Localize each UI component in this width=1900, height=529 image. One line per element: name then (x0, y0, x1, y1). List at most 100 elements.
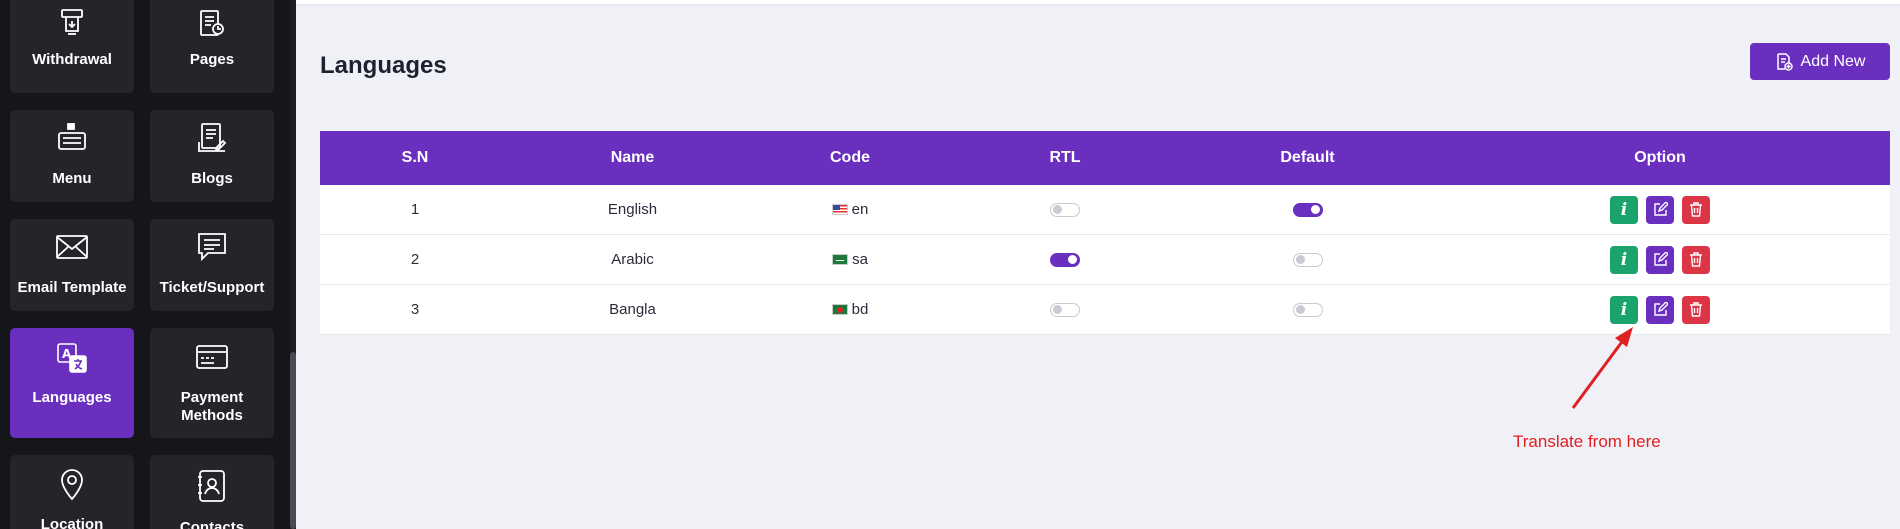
default-toggle[interactable] (1292, 252, 1323, 267)
sidebar-tile-label: Languages (32, 389, 112, 406)
column-header-rtl: RTL (1049, 149, 1081, 166)
sidebar-tile-label: Location (40, 516, 104, 529)
info-icon: i (1620, 299, 1628, 320)
sidebar-tile-ticket-support[interactable]: Ticket/Support (150, 219, 274, 311)
row-sn: 1 (410, 201, 420, 218)
menu-icon (58, 123, 86, 150)
pages-icon (200, 10, 224, 36)
contacts-book-icon (198, 470, 225, 502)
page-title: Languages (320, 52, 447, 79)
sidebar-tile-languages[interactable]: A Languages (10, 328, 134, 438)
sidebar-tile-label: Withdrawal (32, 51, 112, 68)
row-sn: 3 (410, 301, 420, 318)
location-pin-icon (61, 469, 83, 501)
row-sn: 2 (410, 251, 420, 268)
sidebar-tile-label: Contacts (179, 519, 245, 529)
table-header: S.N Name Code RTL Default Option (320, 131, 1890, 185)
info-icon: i (1620, 199, 1628, 220)
edit-button[interactable] (1646, 295, 1674, 324)
sidebar-tile-label: Payment Methods (180, 389, 244, 424)
sidebar-tile-menu[interactable]: Menu (10, 110, 134, 202)
row-code-cell: sa (755, 235, 945, 284)
bd-flag-icon (831, 304, 848, 315)
row-code-cell: bd (755, 285, 945, 334)
sidebar-tile-blogs[interactable]: Blogs (150, 110, 274, 202)
sidebar-tile-label: Pages (189, 51, 235, 68)
top-header-bar (296, 0, 1900, 4)
trash-icon (1690, 302, 1702, 317)
trash-icon (1690, 252, 1702, 267)
sidebar-tile-label: Menu (52, 170, 92, 187)
row-options-cell: i (1430, 185, 1890, 234)
add-new-button[interactable]: Add New (1750, 43, 1890, 80)
column-header-default: Default (1280, 149, 1335, 166)
column-header-name: Name (610, 149, 655, 166)
trash-icon (1690, 202, 1702, 217)
translate-info-button[interactable]: i (1610, 195, 1638, 224)
envelope-icon (56, 235, 88, 259)
row-default-cell (1185, 185, 1430, 234)
row-code-text: en (851, 201, 869, 218)
translate-icon: A (57, 343, 87, 373)
delete-button[interactable] (1682, 295, 1710, 324)
row-options-cell: i (1430, 235, 1890, 284)
row-default-cell (1185, 235, 1430, 284)
languages-table: S.N Name Code RTL Default Option 1 Engli… (320, 131, 1890, 335)
chat-icon (198, 233, 226, 262)
sidebar-tile-email-template[interactable]: Email Template (10, 219, 134, 311)
annotation-text: Translate from here (1513, 432, 1661, 451)
row-code-text: bd (851, 301, 869, 318)
row-name: Arabic (611, 251, 654, 268)
column-header-option: Option (1634, 149, 1686, 166)
sa-flag-icon (832, 254, 849, 265)
row-code: bd (831, 301, 869, 318)
row-rtl-cell (945, 285, 1185, 334)
sidebar-tile-payment-methods[interactable]: Payment Methods (150, 328, 274, 438)
table-row: 1 English en i (320, 185, 1890, 235)
translate-info-button[interactable]: i (1610, 295, 1638, 324)
row-name: Bangla (609, 301, 656, 318)
delete-button[interactable] (1682, 245, 1710, 274)
rtl-toggle[interactable] (1050, 302, 1080, 317)
row-code-cell: en (755, 185, 945, 234)
edit-button[interactable] (1646, 195, 1674, 224)
row-name: English (607, 201, 658, 218)
sidebar-tile-label: Email Template (17, 279, 127, 296)
sidebar-tile-label: Blogs (191, 170, 233, 187)
atm-withdraw-icon (61, 9, 83, 35)
default-toggle[interactable] (1292, 302, 1323, 317)
translate-info-button[interactable]: i (1610, 245, 1638, 274)
sidebar: Withdrawal Pages Menu Blogs Email Templa… (0, 0, 290, 529)
row-code: en (831, 201, 869, 218)
default-toggle[interactable] (1292, 202, 1323, 217)
edit-button[interactable] (1646, 245, 1674, 274)
sidebar-tile-location[interactable]: Location (10, 455, 134, 529)
sidebar-tile-pages[interactable]: Pages (150, 0, 274, 93)
us-flag-icon (831, 204, 848, 215)
delete-button[interactable] (1682, 195, 1710, 224)
row-code-text: sa (852, 251, 868, 268)
add-new-button-label: Add New (1800, 52, 1866, 70)
blogs-icon (198, 123, 227, 152)
sidebar-tile-contacts[interactable]: Contacts (150, 455, 274, 529)
sidebar-scrollbar-thumb[interactable] (290, 352, 296, 529)
rtl-toggle[interactable] (1050, 202, 1080, 217)
table-row: 2 Arabic sa i (320, 235, 1890, 285)
row-rtl-cell (945, 185, 1185, 234)
edit-icon (1653, 252, 1668, 266)
info-icon: i (1620, 249, 1628, 270)
row-default-cell (1185, 285, 1430, 334)
table-row: 3 Bangla bd i (320, 285, 1890, 335)
sidebar-tile-label: Ticket/Support (159, 279, 265, 296)
edit-icon (1653, 302, 1668, 316)
row-rtl-cell (945, 235, 1185, 284)
column-header-code: Code (830, 149, 870, 166)
row-options-cell: i (1430, 285, 1890, 334)
add-document-icon (1776, 52, 1793, 71)
row-code: sa (832, 251, 868, 268)
column-header-sn: S.N (401, 149, 429, 166)
edit-icon (1653, 202, 1668, 216)
sidebar-tile-withdrawal[interactable]: Withdrawal (10, 0, 134, 93)
rtl-toggle[interactable] (1050, 252, 1080, 267)
payment-card-icon (196, 345, 228, 369)
